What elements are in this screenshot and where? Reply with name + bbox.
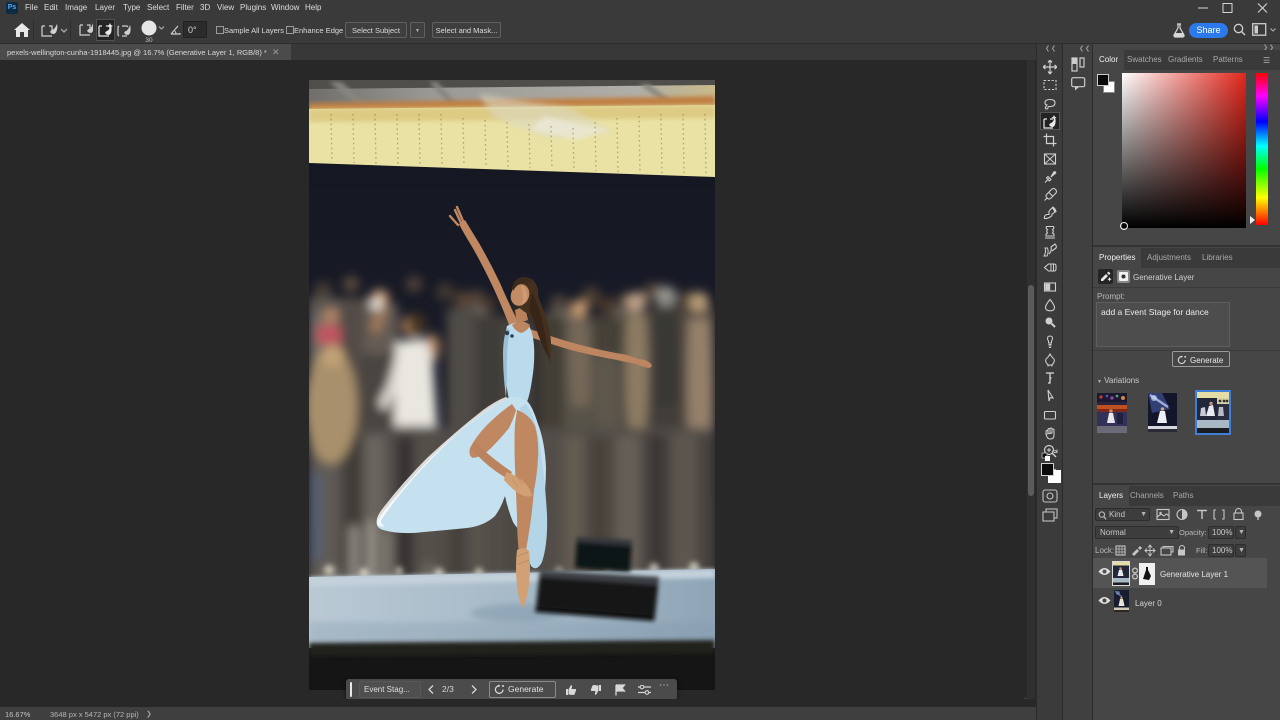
svg-text:30: 30 (145, 37, 153, 44)
